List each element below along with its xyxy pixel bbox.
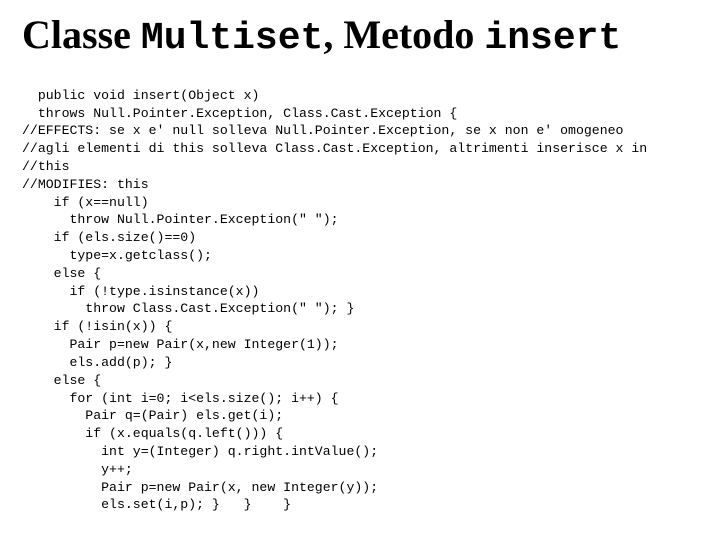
title-word-metodo: , Metodo (323, 12, 484, 57)
code-block: public void insert(Object x) throws Null… (22, 69, 698, 532)
code-line: if (x==null) (22, 195, 149, 210)
code-line: if (els.size()==0) (22, 230, 196, 245)
code-line: Pair p=new Pair(x, new Integer(y)); (22, 480, 378, 495)
title-word-multiset: Multiset (141, 17, 323, 60)
code-line: int y=(Integer) q.right.intValue(); (22, 444, 378, 459)
code-line: if (!type.isinstance(x)) (22, 284, 259, 299)
code-line: //MODIFIES: this (22, 177, 149, 192)
code-line: els.add(p); } (22, 355, 172, 370)
code-line: public void insert(Object x) (22, 88, 259, 103)
code-line: //EFFECTS: se x e' null solleva Null.Poi… (22, 123, 623, 138)
code-line: if (!isin(x)) { (22, 319, 172, 334)
code-line: type=x.getclass(); (22, 248, 212, 263)
title-word-classe: Classe (22, 12, 141, 57)
code-line: throws Null.Pointer.Exception, Class.Cas… (22, 106, 457, 121)
code-line: throw Class.Cast.Exception(" "); } (22, 301, 354, 316)
code-line: if (x.equals(q.left())) { (22, 426, 283, 441)
code-line: for (int i=0; i<els.size(); i++) { (22, 391, 339, 406)
code-line: Pair q=(Pair) els.get(i); (22, 408, 283, 423)
code-line: throw Null.Pointer.Exception(" "); (22, 212, 339, 227)
code-line: else { (22, 373, 101, 388)
code-line: els.set(i,p); } } } (22, 497, 291, 512)
code-line: Pair p=new Pair(x,new Integer(1)); (22, 337, 339, 352)
code-line: y++; (22, 462, 133, 477)
slide-title: Classe Multiset, Metodo insert (22, 14, 698, 59)
title-word-insert: insert (484, 17, 621, 60)
code-line: //this (22, 159, 69, 174)
code-line: //agli elementi di this solleva Class.Ca… (22, 141, 647, 156)
slide: Classe Multiset, Metodo insert public vo… (0, 0, 720, 540)
code-line: else { (22, 266, 101, 281)
